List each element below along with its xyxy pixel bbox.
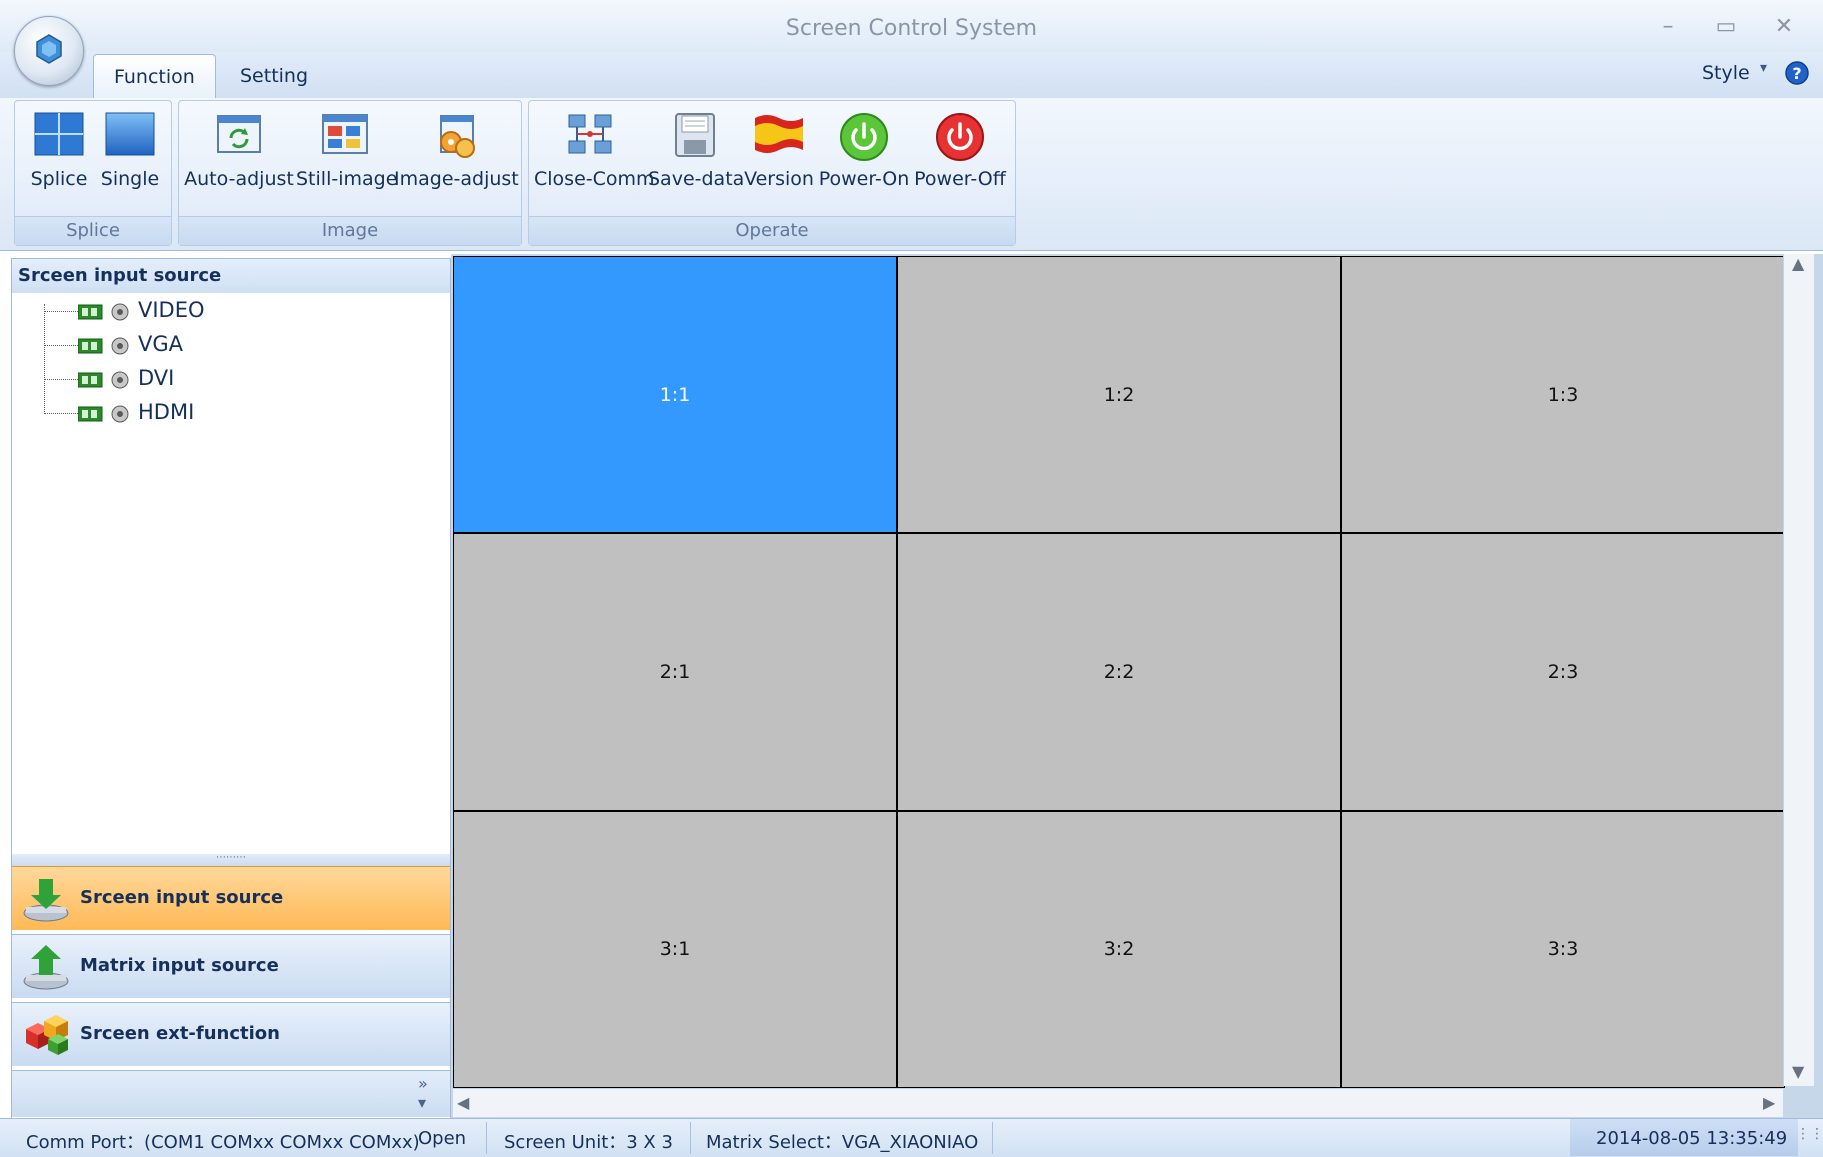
- image-adjust-icon: [440, 115, 475, 158]
- auto-adjust-label: Auto-adjust: [184, 168, 294, 190]
- upload-icon: [23, 945, 69, 990]
- tree-connector: [44, 379, 78, 380]
- group-label: Image: [179, 216, 521, 245]
- minimize-button[interactable]: –: [1648, 12, 1688, 42]
- input-source-icon: [78, 337, 129, 355]
- maximize-button[interactable]: ▭: [1706, 12, 1746, 42]
- scroll-down-icon[interactable]: ▼: [1792, 1062, 1804, 1081]
- scroll-right-icon[interactable]: ▶: [1763, 1093, 1775, 1112]
- power-on-button[interactable]: Power-On: [816, 104, 912, 200]
- cubes-icon: [26, 1015, 68, 1055]
- close-comm-label: Close-Comm: [534, 168, 655, 190]
- version-label: Version: [744, 168, 814, 190]
- screen-cell-3-1[interactable]: 3:1: [454, 811, 896, 1087]
- tab-function[interactable]: Function: [93, 54, 216, 99]
- input-source-icon: [78, 303, 129, 321]
- auto-adjust-icon: [217, 115, 261, 153]
- image-adjust-button[interactable]: Image-adjust: [394, 104, 519, 200]
- group-label: Splice: [15, 216, 171, 245]
- svg-text:?: ?: [1792, 64, 1801, 83]
- nav-label: Srceen ext-function: [80, 1023, 280, 1044]
- status-comm-port: Comm Port：(COM1 COMxx COMxx COMxx): [26, 1132, 420, 1153]
- nav-screen-input-source[interactable]: Srceen input source: [12, 866, 450, 930]
- power-off-button[interactable]: Power-Off: [912, 104, 1008, 200]
- screen-cell-2-3[interactable]: 2:3: [1342, 534, 1784, 810]
- chevron-expand-icon[interactable]: » ▾: [418, 1074, 428, 1112]
- tree-item-label: DVI: [138, 366, 175, 390]
- status-matrix-select: Matrix Select：VGA_XIAONIAO: [706, 1132, 979, 1153]
- network-icon: [568, 114, 612, 154]
- nav-screen-ext-function[interactable]: Srceen ext-function: [12, 1002, 450, 1066]
- power-on-icon: [840, 113, 888, 161]
- screen-cell-3-2[interactable]: 3:2: [898, 811, 1340, 1087]
- single-label: Single: [100, 168, 160, 190]
- screen-cell-2-2[interactable]: 2:2: [898, 534, 1340, 810]
- style-menu[interactable]: Style: [1702, 62, 1750, 84]
- single-button[interactable]: Single: [96, 104, 164, 200]
- screen-cell-1-3[interactable]: 1:3: [1342, 257, 1784, 533]
- help-icon[interactable]: ?: [1784, 60, 1810, 86]
- nav-matrix-input-source[interactable]: Matrix input source: [12, 934, 450, 998]
- tree-item-label: VGA: [138, 332, 184, 356]
- status-datetime: 2014-08-05 13:35:49: [1596, 1128, 1788, 1149]
- close-button[interactable]: ✕: [1764, 12, 1804, 42]
- horizontal-scrollbar[interactable]: ◀ ▶: [453, 1088, 1783, 1117]
- nav-label: Matrix input source: [80, 955, 279, 976]
- status-separator: [486, 1122, 487, 1154]
- still-image-label: Still-image: [296, 168, 398, 190]
- power-off-label: Power-Off: [914, 168, 1006, 190]
- app-logo-icon: [36, 34, 62, 64]
- tree-connector: [44, 413, 78, 414]
- save-data-label: Save-data: [648, 168, 745, 190]
- single-screen-icon: [105, 112, 155, 156]
- save-icon: [675, 113, 715, 157]
- tree-item-label: VIDEO: [138, 298, 205, 322]
- left-panel-header: Srceen input source: [12, 259, 450, 293]
- nav-label: Srceen input source: [80, 887, 284, 908]
- still-image-button[interactable]: Still-image: [296, 104, 398, 200]
- splice-label: Splice: [30, 168, 88, 190]
- version-button[interactable]: Version: [742, 104, 816, 200]
- style-dropdown-icon[interactable]: ▾: [1760, 60, 1767, 76]
- status-comm-state: Open: [418, 1128, 467, 1149]
- auto-adjust-button[interactable]: Auto-adjust: [184, 104, 294, 200]
- group-label: Operate: [529, 216, 1015, 245]
- tab-setting[interactable]: Setting: [220, 54, 328, 98]
- image-adjust-label: Image-adjust: [394, 168, 519, 190]
- save-data-button[interactable]: Save-data: [648, 104, 745, 200]
- tree-item-label: HDMI: [138, 400, 195, 424]
- screen-cell-2-1[interactable]: 2:1: [454, 534, 896, 810]
- status-screen-unit: Screen Unit：3 X 3: [504, 1132, 673, 1153]
- input-source-icon: [78, 405, 129, 423]
- panel-splitter[interactable]: ⋯⋯⋯: [12, 853, 450, 866]
- splice-button[interactable]: Splice: [22, 104, 96, 200]
- scroll-left-icon[interactable]: ◀: [457, 1093, 469, 1112]
- tree-connector: [44, 311, 78, 312]
- flag-icon: [755, 115, 803, 153]
- screen-cell-3-3[interactable]: 3:3: [1342, 811, 1784, 1087]
- power-off-icon: [936, 113, 984, 161]
- scroll-up-icon[interactable]: ▲: [1792, 254, 1804, 273]
- download-icon: [23, 879, 69, 922]
- close-comm-button[interactable]: Close-Comm: [534, 104, 655, 200]
- power-on-label: Power-On: [818, 168, 910, 190]
- splice-icon: [34, 112, 84, 156]
- tree-connector: [44, 304, 45, 412]
- nav-footer: [12, 1070, 450, 1117]
- input-source-icon: [78, 371, 129, 389]
- window-title: Screen Control System: [785, 16, 1038, 41]
- screen-cell-1-1[interactable]: 1:1: [454, 257, 896, 533]
- status-separator: [992, 1122, 993, 1154]
- tree-connector: [44, 345, 78, 346]
- vertical-scrollbar[interactable]: ▲ ▼: [1783, 254, 1814, 1086]
- resize-grip-icon[interactable]: ⋮⋮: [1796, 1126, 1823, 1142]
- status-separator: [690, 1122, 691, 1154]
- screen-wall-grid: 1:1 1:2 1:3 2:1 2:2 2:3 3:1 3:2 3:3: [453, 256, 1785, 1088]
- screen-cell-1-2[interactable]: 1:2: [898, 257, 1340, 533]
- still-image-icon: [322, 114, 368, 154]
